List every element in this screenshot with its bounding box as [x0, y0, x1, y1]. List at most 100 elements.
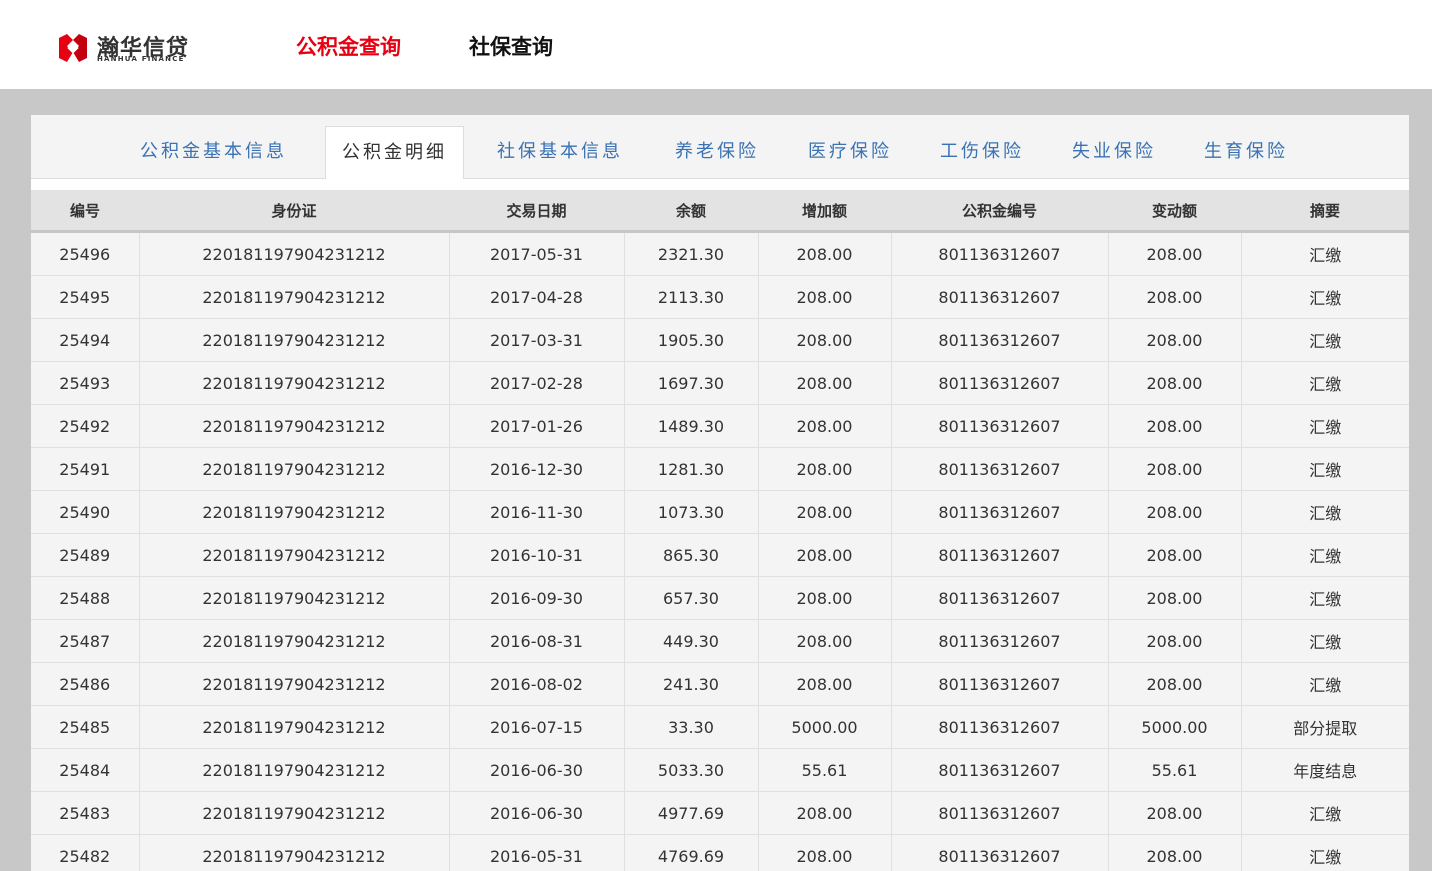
increase-amount-cell: 208.00: [758, 447, 892, 491]
summary-cell: 汇缴: [1241, 361, 1409, 405]
change-amount-cell: 208.00: [1108, 231, 1242, 276]
record-id-cell: 25494: [31, 318, 140, 362]
fund-account-cell: 801136312607: [891, 834, 1109, 871]
record-id-cell: 25488: [31, 576, 140, 620]
id-card-cell: 220181197904231212: [139, 533, 450, 577]
record-id-cell: 25483: [31, 791, 140, 835]
id-card-cell: 220181197904231212: [139, 619, 450, 663]
increase-amount-cell: 5000.00: [758, 705, 892, 749]
tab-unemployment-insurance[interactable]: 失业保险: [1072, 115, 1156, 178]
transaction-date-cell: 2016-08-31: [449, 619, 625, 663]
transaction-date-cell: 2016-10-31: [449, 533, 625, 577]
transaction-date-cell: 2016-05-31: [449, 834, 625, 871]
change-amount-cell: 208.00: [1108, 834, 1242, 871]
record-id-cell: 25493: [31, 361, 140, 405]
id-card-cell: 220181197904231212: [139, 791, 450, 835]
fund-account-cell: 801136312607: [891, 318, 1109, 362]
increase-amount-cell: 208.00: [758, 318, 892, 362]
increase-amount-cell: 208.00: [758, 231, 892, 276]
fund-account-cell: 801136312607: [891, 275, 1109, 319]
summary-cell: 汇缴: [1241, 231, 1409, 276]
id-card-cell: 220181197904231212: [139, 662, 450, 706]
table-row: 25491 220181197904231212 2016-12-30 1281.30…: [31, 447, 1409, 491]
balance-cell: 1489.30: [624, 404, 759, 448]
nav-housing-fund-query[interactable]: 公积金查询: [296, 31, 401, 61]
table-row: 25482 220181197904231212 2016-05-31 4769.69…: [31, 834, 1409, 871]
increase-amount-cell: 208.00: [758, 576, 892, 620]
id-card-cell: 220181197904231212: [139, 318, 450, 362]
summary-cell: 汇缴: [1241, 404, 1409, 448]
summary-cell: 汇缴: [1241, 619, 1409, 663]
summary-cell: 汇缴: [1241, 662, 1409, 706]
record-id-cell: 25489: [31, 533, 140, 577]
top-header: 瀚华信贷 HANHUA FINANCE 公积金查询 社保查询: [0, 0, 1432, 89]
detail-panel: 公积金基本信息 公积金明细 社保基本信息 养老保险 医疗保险 工伤保险 失业保险…: [31, 115, 1409, 871]
balance-cell: 657.30: [624, 576, 759, 620]
balance-cell: 1073.30: [624, 490, 759, 534]
change-amount-cell: 55.61: [1108, 748, 1242, 792]
id-card-cell: 220181197904231212: [139, 576, 450, 620]
summary-cell: 汇缴: [1241, 834, 1409, 871]
change-amount-cell: 5000.00: [1108, 705, 1242, 749]
id-card-cell: 220181197904231212: [139, 705, 450, 749]
balance-cell: 1905.30: [624, 318, 759, 362]
column-header: 增加额: [758, 190, 891, 233]
id-card-cell: 220181197904231212: [139, 231, 450, 276]
record-id-cell: 25495: [31, 275, 140, 319]
tab-housing-fund-detail[interactable]: 公积金明细: [325, 126, 464, 180]
tab-medical-insurance[interactable]: 医疗保险: [808, 115, 892, 178]
change-amount-cell: 208.00: [1108, 533, 1242, 577]
tab-maternity-insurance[interactable]: 生育保险: [1204, 115, 1288, 178]
column-header: 公积金编号: [891, 190, 1108, 233]
change-amount-cell: 208.00: [1108, 576, 1242, 620]
balance-cell: 449.30: [624, 619, 759, 663]
tab-work-injury-insurance[interactable]: 工伤保险: [940, 115, 1024, 178]
increase-amount-cell: 208.00: [758, 619, 892, 663]
summary-cell: 汇缴: [1241, 275, 1409, 319]
transaction-date-cell: 2017-04-28: [449, 275, 625, 319]
table-body: 25496 220181197904231212 2017-05-31 2321.30…: [31, 231, 1409, 871]
transaction-date-cell: 2017-05-31: [449, 231, 625, 276]
fund-account-cell: 801136312607: [891, 619, 1109, 663]
tab-social-security-basic-info[interactable]: 社保基本信息: [497, 115, 623, 178]
balance-cell: 2321.30: [624, 231, 759, 276]
fund-account-cell: 801136312607: [891, 705, 1109, 749]
record-id-cell: 25485: [31, 705, 140, 749]
record-id-cell: 25490: [31, 490, 140, 534]
nav-social-security-query[interactable]: 社保查询: [469, 31, 553, 61]
column-header: 余额: [624, 190, 758, 233]
change-amount-cell: 208.00: [1108, 447, 1242, 491]
column-header: 编号: [31, 190, 139, 233]
brand-logo[interactable]: 瀚华信贷 HANHUA FINANCE: [57, 30, 207, 66]
balance-cell: 4977.69: [624, 791, 759, 835]
transaction-date-cell: 2016-09-30: [449, 576, 625, 620]
summary-cell: 汇缴: [1241, 576, 1409, 620]
increase-amount-cell: 208.00: [758, 662, 892, 706]
table-row: 25483 220181197904231212 2016-06-30 4977.69…: [31, 791, 1409, 835]
tab-housing-fund-basic-info[interactable]: 公积金基本信息: [140, 115, 287, 178]
summary-cell: 汇缴: [1241, 533, 1409, 577]
fund-account-cell: 801136312607: [891, 361, 1109, 405]
tab-pension-insurance[interactable]: 养老保险: [675, 115, 759, 178]
increase-amount-cell: 208.00: [758, 404, 892, 448]
brand-logo-icon: [59, 34, 87, 62]
change-amount-cell: 208.00: [1108, 662, 1242, 706]
transaction-date-cell: 2017-01-26: [449, 404, 625, 448]
fund-account-cell: 801136312607: [891, 791, 1109, 835]
increase-amount-cell: 208.00: [758, 834, 892, 871]
fund-account-cell: 801136312607: [891, 231, 1109, 276]
change-amount-cell: 208.00: [1108, 361, 1242, 405]
record-id-cell: 25486: [31, 662, 140, 706]
transaction-date-cell: 2017-03-31: [449, 318, 625, 362]
fund-account-cell: 801136312607: [891, 576, 1109, 620]
record-id-cell: 25487: [31, 619, 140, 663]
fund-account-cell: 801136312607: [891, 533, 1109, 577]
record-id-cell: 25496: [31, 231, 140, 276]
increase-amount-cell: 208.00: [758, 490, 892, 534]
brand-name-en: HANHUA FINANCE: [97, 55, 185, 63]
id-card-cell: 220181197904231212: [139, 361, 450, 405]
table-row: 25487 220181197904231212 2016-08-31 449.30 2…: [31, 619, 1409, 663]
balance-cell: 1281.30: [624, 447, 759, 491]
fund-account-cell: 801136312607: [891, 662, 1109, 706]
summary-cell: 汇缴: [1241, 447, 1409, 491]
